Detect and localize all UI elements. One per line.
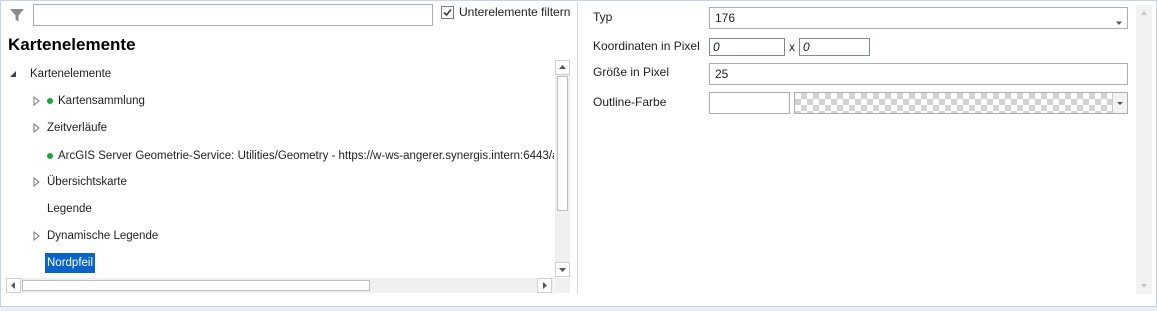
scroll-thumb[interactable] xyxy=(557,76,568,211)
triangle-collapsed-icon[interactable] xyxy=(32,91,42,111)
coords-label: Koordinaten in Pixel xyxy=(593,39,700,53)
typ-dropdown[interactable]: 176 xyxy=(709,7,1128,29)
tree-item-label: Zeitverläufe xyxy=(47,122,108,134)
triangle-collapsed-icon[interactable] xyxy=(32,226,42,246)
tree-item-label: Kartenelemente xyxy=(30,68,112,80)
size-input[interactable]: 25 xyxy=(709,63,1128,85)
green-dot-icon xyxy=(47,153,53,159)
tree-horizontal-scrollbar[interactable] xyxy=(6,278,554,293)
scroll-up-arrow-icon[interactable] xyxy=(555,60,570,75)
checkmark-icon xyxy=(443,8,452,17)
scroll-corner xyxy=(555,278,570,293)
green-dot-icon xyxy=(47,98,53,104)
panel-divider[interactable] xyxy=(577,2,578,294)
color-dropdown-button[interactable] xyxy=(1112,93,1127,113)
scroll-up-arrow-icon[interactable] xyxy=(1136,5,1152,21)
properties-vertical-scrollbar[interactable] xyxy=(1136,5,1152,294)
tree-item-label: Dynamische Legende xyxy=(47,230,159,242)
triangle-collapsed-icon[interactable] xyxy=(32,172,42,192)
filter-funnel-icon[interactable] xyxy=(9,7,25,23)
tree-vertical-scrollbar[interactable] xyxy=(555,60,570,277)
tree-item-label: Übersichtskarte xyxy=(47,176,127,188)
chevron-down-icon[interactable] xyxy=(1115,15,1123,29)
outline-color-picker[interactable] xyxy=(794,92,1128,114)
triangle-expanded-icon[interactable] xyxy=(8,64,18,84)
outline-color-input[interactable] xyxy=(709,92,790,114)
map-elements-tree: Kartenelemente Kartensammlung Zeitverläu… xyxy=(6,60,554,278)
filter-subelements-label[interactable]: Unterelemente filtern xyxy=(459,5,570,19)
coord-separator: x xyxy=(789,40,795,54)
filter-input[interactable] xyxy=(33,4,433,26)
typ-label: Typ xyxy=(593,10,613,24)
filter-subelements-checkbox[interactable] xyxy=(441,6,454,19)
scroll-right-arrow-icon[interactable] xyxy=(537,278,552,293)
window-bottom-border xyxy=(0,306,1157,311)
tree-item-label: Legende xyxy=(47,203,92,215)
scroll-thumb[interactable] xyxy=(22,280,370,291)
tree-item-label: Kartensammlung xyxy=(58,95,145,107)
size-label: Größe in Pixel xyxy=(593,65,670,79)
coord-x-input[interactable]: 0 xyxy=(709,38,785,56)
chevron-down-icon xyxy=(1117,102,1123,105)
scroll-down-arrow-icon[interactable] xyxy=(555,262,570,277)
scroll-down-arrow-icon[interactable] xyxy=(1136,278,1152,294)
coord-y-input[interactable]: 0 xyxy=(799,38,870,56)
tree-item-label: ArcGIS Server Geometrie-Service: Utiliti… xyxy=(58,150,554,162)
panel-title: Kartenelemente xyxy=(8,35,136,54)
tree-item-label: Nordpfeil xyxy=(45,253,96,273)
typ-value: 176 xyxy=(715,11,736,25)
scroll-left-arrow-icon[interactable] xyxy=(6,278,21,293)
outline-label: Outline-Farbe xyxy=(593,95,667,109)
triangle-collapsed-icon[interactable] xyxy=(32,118,42,138)
